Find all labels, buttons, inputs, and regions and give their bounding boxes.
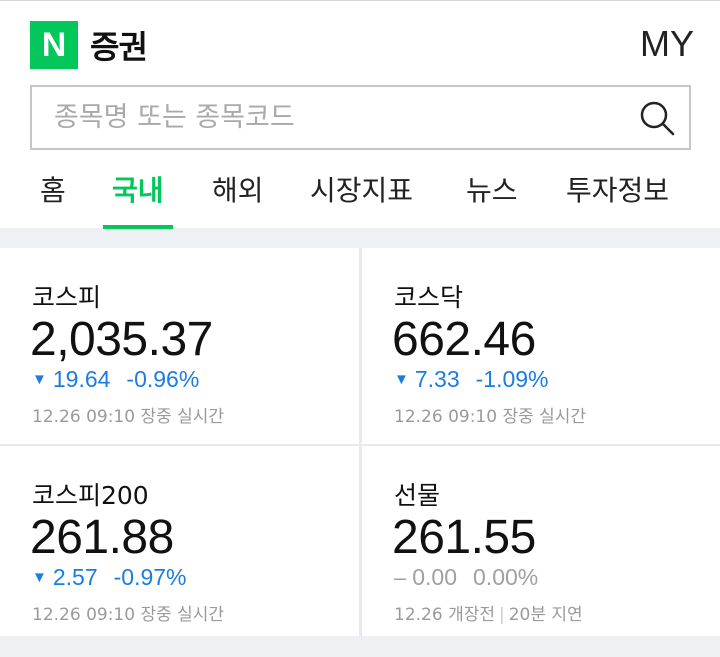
index-card-kosdaq[interactable]: 코스닥 662.46 ▼ 7.33 -1.09% 12.26 09:10 장중 … xyxy=(361,248,720,442)
index-time: 12.26 09:10 xyxy=(32,407,136,427)
index-value: 662.46 xyxy=(392,313,536,366)
change-amount: 19.64 xyxy=(52,366,111,392)
search-icon[interactable] xyxy=(625,87,689,148)
index-status: 장중 실시간 xyxy=(140,605,225,625)
index-meta: 12.26 개장전 | 20분 지연 xyxy=(394,600,583,625)
index-change: ▼ 7.33 -1.09% xyxy=(394,366,549,393)
index-time: 12.26 xyxy=(394,605,443,625)
index-time: 12.26 09:10 xyxy=(32,605,136,625)
index-value: 261.88 xyxy=(30,511,174,564)
triangle-down-icon: ▼ xyxy=(394,371,409,388)
index-delay: 20분 지연 xyxy=(508,605,583,625)
index-status: 장중 실시간 xyxy=(502,407,587,427)
my-button[interactable]: MY xyxy=(640,23,694,65)
search-input[interactable] xyxy=(32,87,625,148)
index-name: 코스닥 xyxy=(394,283,464,312)
index-change: ▼ 2.57 -0.97% xyxy=(32,564,187,591)
index-value: 2,035.37 xyxy=(30,313,213,366)
tab-domestic[interactable]: 국내 xyxy=(103,169,172,229)
index-name: 코스피 xyxy=(32,283,102,312)
triangle-down-icon: ▼ xyxy=(32,569,47,586)
meta-separator: | xyxy=(499,605,505,625)
brand[interactable]: N 증권 xyxy=(30,21,148,69)
tab-home[interactable]: 홈 xyxy=(40,169,66,229)
logo-letter: N xyxy=(41,25,67,64)
change-percent: -0.97% xyxy=(113,564,187,590)
index-name: 선물 xyxy=(394,481,441,510)
tab-overseas[interactable]: 해외 xyxy=(212,169,264,229)
search-box[interactable] xyxy=(30,85,691,150)
change-amount: 7.33 xyxy=(414,366,460,392)
change-percent: -1.09% xyxy=(475,366,549,392)
index-meta: 12.26 09:10 장중 실시간 xyxy=(394,402,586,427)
main-tabs: 홈 국내 해외 시장지표 뉴스 투자정보 xyxy=(0,161,720,229)
index-meta: 12.26 09:10 장중 실시간 xyxy=(32,402,224,427)
index-status: 개장전 xyxy=(448,605,495,625)
change-amount: 0.00 xyxy=(412,564,458,590)
index-card-kospi[interactable]: 코스피 2,035.37 ▼ 19.64 -0.96% 12.26 09:10 … xyxy=(0,248,360,442)
index-change: ▼ 19.64 -0.96% xyxy=(32,366,199,393)
index-name: 코스피200 xyxy=(32,481,149,510)
tab-news[interactable]: 뉴스 xyxy=(466,169,518,229)
change-percent: 0.00% xyxy=(473,564,539,590)
service-title[interactable]: 증권 xyxy=(90,22,148,68)
index-card-futures[interactable]: 선물 261.55 – 0.00 0.00% 12.26 개장전 | 20분 지연 xyxy=(361,446,720,640)
index-card-kospi200[interactable]: 코스피200 261.88 ▼ 2.57 -0.97% 12.26 09:10 … xyxy=(0,446,360,640)
dash-icon: – xyxy=(394,564,407,590)
index-change: – 0.00 0.00% xyxy=(394,564,538,591)
triangle-down-icon: ▼ xyxy=(32,371,47,388)
naver-logo[interactable]: N xyxy=(30,21,78,69)
index-time: 12.26 09:10 xyxy=(394,407,498,427)
change-percent: -0.96% xyxy=(126,366,200,392)
tab-market-indicators[interactable]: 시장지표 xyxy=(310,169,413,229)
index-meta: 12.26 09:10 장중 실시간 xyxy=(32,600,224,625)
change-amount: 2.57 xyxy=(52,564,98,590)
index-status: 장중 실시간 xyxy=(140,407,225,427)
index-value: 261.55 xyxy=(392,511,536,564)
tab-investment-info[interactable]: 투자정보 xyxy=(566,169,669,229)
index-grid: 코스피 2,035.37 ▼ 19.64 -0.96% 12.26 09:10 … xyxy=(0,248,720,640)
app-header: N 증권 MY 홈 국내 해외 시장지표 뉴스 투자정보 xyxy=(0,0,720,229)
